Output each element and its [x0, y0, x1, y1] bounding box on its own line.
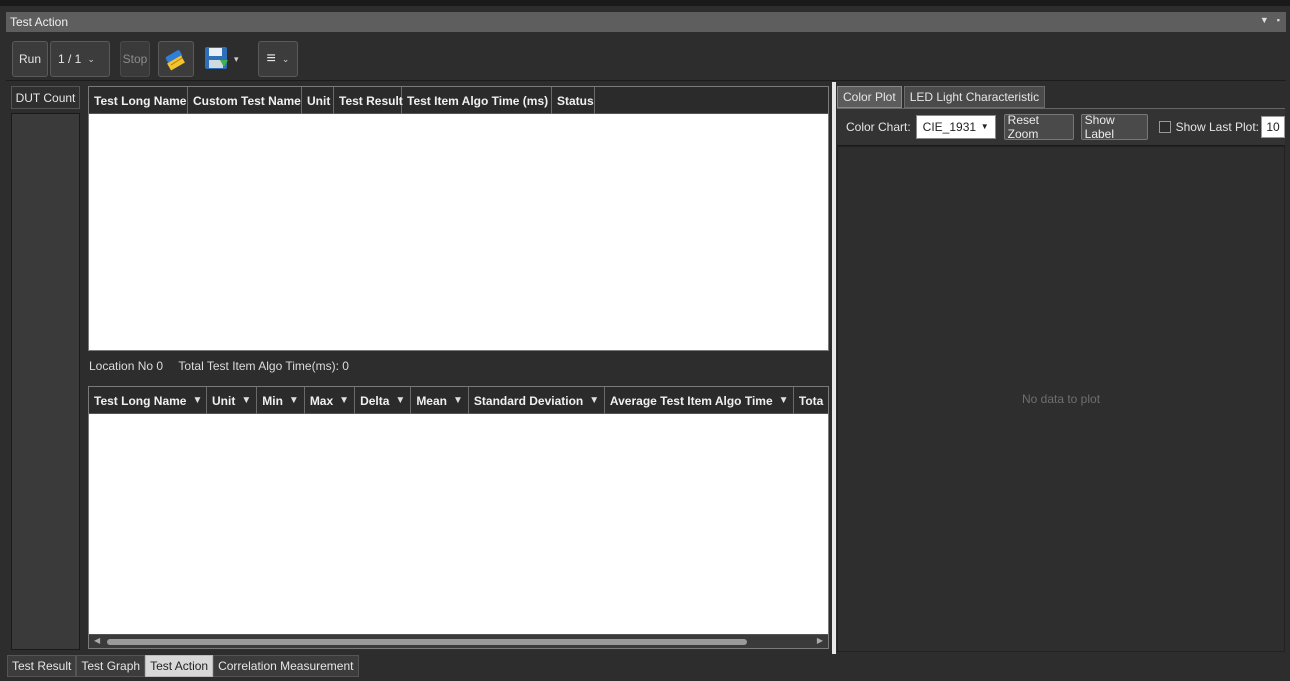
total-algo-time: Total Test Item Algo Time(ms): 0 — [178, 359, 349, 373]
filter-icon[interactable]: ▼ — [447, 395, 463, 406]
dut-panel: DUT Count — [11, 86, 80, 650]
column-header[interactable]: Unit ▼ — [207, 387, 258, 414]
scroll-right-icon[interactable]: ▶ — [817, 636, 823, 645]
horizontal-scrollbar[interactable]: ◀ ▶ — [89, 634, 828, 648]
location-info: Location No 0 Total Test Item Algo Time(… — [89, 359, 349, 373]
column-header[interactable]: Unit — [302, 87, 334, 114]
tab-test-action[interactable]: Test Action — [145, 655, 214, 677]
column-header[interactable]: Min ▼ — [257, 387, 305, 414]
filter-icon[interactable]: ▼ — [283, 395, 299, 406]
tab-color-plot[interactable]: Color Plot — [837, 86, 902, 108]
page-selector[interactable]: 1 / 1 ⌄ — [50, 41, 110, 77]
hamburger-menu-icon: ≡ — [266, 50, 276, 67]
filter-icon[interactable]: ▼ — [773, 395, 789, 406]
column-header[interactable]: Test Long Name — [89, 87, 188, 114]
chevron-down-icon: ⌄ — [281, 53, 290, 64]
tab-correlation-measurement[interactable]: Correlation Measurement — [213, 655, 359, 677]
stats-grid[interactable]: Test Long Name ▼ Unit ▼ Min ▼ Max ▼ Delta ▼ M… — [88, 386, 829, 649]
dut-count-header: DUT Count — [11, 86, 80, 109]
save-button[interactable]: ▾ — [202, 41, 252, 77]
filter-icon[interactable]: ▼ — [333, 395, 349, 406]
menu-button[interactable]: ≡ ⌄ — [258, 41, 298, 77]
column-header[interactable]: Average Test Item Algo Time ▼ — [605, 387, 794, 414]
chevron-down-icon: ⌄ — [87, 53, 95, 64]
stats-grid-header: Test Long Name ▼ Unit ▼ Min ▼ Max ▼ Delta ▼ M… — [89, 387, 828, 414]
column-header[interactable]: Test Item Algo Time (ms) — [402, 87, 552, 114]
main-toolbar: Run 1 / 1 ⌄ Stop ▾ ≡ ⌄ — [6, 33, 1286, 81]
filter-icon[interactable]: ▼ — [186, 395, 202, 406]
color-chart-select[interactable]: CIE_1931 ▼ — [915, 115, 996, 139]
column-header[interactable]: Status — [552, 87, 595, 114]
filter-icon[interactable]: ▼ — [389, 395, 405, 406]
reset-zoom-button[interactable]: Reset Zoom — [1003, 113, 1074, 141]
plot-panel: Color Plot LED Light Characteristic Colo… — [837, 84, 1285, 654]
app-window: Test Action ▼ ▪ Run 1 / 1 ⌄ Stop ▾ ≡ ⌄ D… — [0, 0, 1290, 681]
tab-test-graph[interactable]: Test Graph — [76, 655, 146, 677]
panel-titlebar: Test Action ▼ ▪ — [6, 12, 1286, 32]
page-selector-value: 1 / 1 — [58, 52, 82, 66]
show-last-plot-input[interactable]: 10 — [1261, 116, 1285, 138]
stop-button[interactable]: Stop — [120, 41, 150, 77]
bottom-tab-bar: Test Result Test Graph Test Action Corre… — [7, 655, 359, 677]
column-header[interactable]: Test Result — [334, 87, 403, 114]
column-header[interactable]: Max ▼ — [305, 387, 356, 414]
results-grid-header: Test Long Name Custom Test Name Unit Tes… — [89, 87, 828, 114]
column-header[interactable]: Mean ▼ — [411, 387, 469, 414]
color-chart-label: Color Chart: — [846, 120, 911, 134]
panel-splitter[interactable] — [832, 82, 836, 654]
panel-title: Test Action — [10, 15, 69, 29]
dut-list[interactable] — [11, 113, 80, 650]
plot-toolbar: Color Chart: CIE_1931 ▼ Reset Zoom Show … — [837, 108, 1285, 146]
column-header[interactable]: Test Long Name ▼ — [89, 387, 207, 414]
scrollbar-thumb[interactable] — [107, 639, 747, 645]
plot-tabs: Color Plot LED Light Characteristic — [837, 84, 1285, 108]
color-chart-value: CIE_1931 — [922, 120, 977, 134]
empty-plot-message: No data to plot — [1021, 392, 1101, 406]
show-label-button[interactable]: Show Label — [1080, 113, 1148, 141]
show-last-plot-label: Show Last Plot: — [1175, 120, 1260, 134]
show-last-plot-checkbox[interactable] — [1158, 121, 1171, 133]
tab-test-result[interactable]: Test Result — [7, 655, 77, 677]
chevron-down-icon: ▾ — [234, 53, 239, 64]
dropdown-arrow-icon[interactable]: ▼ — [1260, 15, 1269, 25]
column-header[interactable]: Standard Deviation ▼ — [469, 387, 605, 414]
column-header[interactable]: Tota — [794, 387, 828, 414]
column-header[interactable]: Delta ▼ — [355, 387, 412, 414]
scroll-left-icon[interactable]: ◀ — [94, 636, 100, 645]
run-button[interactable]: Run — [12, 41, 48, 77]
column-header[interactable]: Custom Test Name — [188, 87, 302, 114]
filter-icon[interactable]: ▼ — [583, 395, 599, 406]
location-number: Location No 0 — [89, 359, 164, 373]
tab-led-light-characteristic[interactable]: LED Light Characteristic — [903, 86, 1046, 108]
color-plot-area[interactable]: No data to plot — [837, 146, 1285, 652]
chevron-down-icon: ▼ — [980, 122, 989, 131]
broom-icon — [165, 50, 185, 71]
filter-icon[interactable]: ▼ — [235, 395, 251, 406]
results-grid[interactable]: Test Long Name Custom Test Name Unit Tes… — [88, 86, 829, 351]
clear-button[interactable] — [158, 41, 194, 77]
save-disk-icon — [205, 47, 228, 69]
pin-icon[interactable]: ▪ — [1277, 15, 1280, 25]
